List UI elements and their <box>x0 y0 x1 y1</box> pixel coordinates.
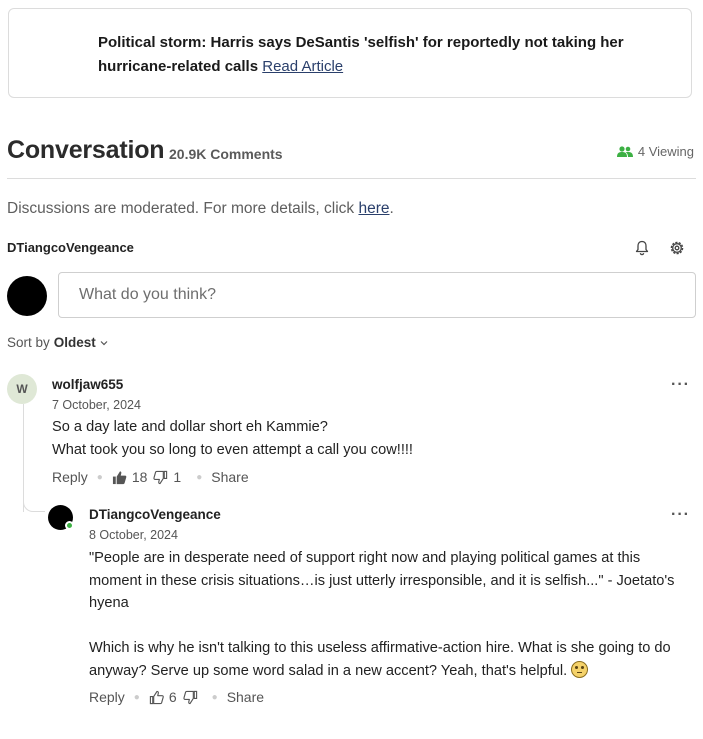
rolling-eyes-emoji-icon <box>571 660 589 678</box>
comment-username[interactable]: DTiangcoVengeance <box>89 507 221 522</box>
comment-body: So a day late and dollar short eh Kammie… <box>52 416 672 461</box>
reply-button[interactable]: Reply <box>89 689 125 705</box>
thumbs-down-icon[interactable] <box>153 470 168 485</box>
like-count: 18 <box>131 469 148 485</box>
moderation-notice: Discussions are moderated. For more deta… <box>7 200 394 218</box>
dislike-count: 1 <box>173 469 182 485</box>
comment-body: "People are in desperate need of support… <box>89 547 689 682</box>
sort-label: Sort by <box>7 335 50 350</box>
comment-line: What took you so long to even attempt a … <box>52 441 413 458</box>
reply-button[interactable]: Reply <box>52 469 88 485</box>
current-user-avatar <box>7 276 47 316</box>
current-username: DTiangcoVengeance <box>7 240 134 255</box>
thumbs-down-icon[interactable] <box>183 690 198 705</box>
comment-actions: Reply ● 18 1 ● Share <box>52 469 249 485</box>
comment-username[interactable]: wolfjaw655 <box>52 377 123 392</box>
sort-dropdown[interactable]: Sort by Oldest <box>7 335 108 350</box>
moderation-text: Discussions are moderated. For more deta… <box>7 200 359 217</box>
separator-dot: ● <box>211 691 218 703</box>
comment-paragraph-wrap: Which is why he isn't talking to this us… <box>89 637 689 682</box>
avatar[interactable]: W <box>7 374 37 404</box>
moderation-end: . <box>389 200 394 217</box>
comment-input[interactable] <box>58 272 696 318</box>
separator-dot: ● <box>196 471 203 483</box>
article-headline: Political storm: Harris says DeSantis 's… <box>98 34 624 75</box>
read-article-link[interactable]: Read Article <box>262 58 343 75</box>
header-divider <box>7 178 696 179</box>
more-options-button[interactable]: ··· <box>671 506 690 524</box>
comment-actions: Reply ● 6 ● Share <box>89 689 264 705</box>
comment-date: 7 October, 2024 <box>52 398 141 412</box>
share-button[interactable]: Share <box>211 469 248 485</box>
comment-paragraph: "People are in desperate need of support… <box>89 550 675 611</box>
thumbs-up-icon[interactable] <box>149 690 164 705</box>
thread-connector <box>23 496 45 512</box>
separator-dot: ● <box>96 471 103 483</box>
gear-icon[interactable] <box>669 240 685 256</box>
like-count: 6 <box>168 689 177 705</box>
online-status-indicator <box>65 521 74 530</box>
share-button[interactable]: Share <box>227 689 264 705</box>
comment-line: So a day late and dollar short eh Kammie… <box>52 419 328 435</box>
viewing-indicator: 4 Viewing <box>616 144 694 159</box>
chevron-down-icon <box>100 340 108 345</box>
users-icon <box>616 145 633 157</box>
sort-value: Oldest <box>53 335 96 350</box>
moderation-details-link[interactable]: here <box>358 200 389 217</box>
article-headline-block: Political storm: Harris says DeSantis 's… <box>98 31 658 79</box>
more-options-button[interactable]: ··· <box>671 376 690 394</box>
thumbs-up-filled-icon[interactable] <box>112 470 127 485</box>
article-card: Political storm: Harris says DeSantis 's… <box>8 8 692 98</box>
comment-count: 20.9K Comments <box>169 146 283 162</box>
comment-date: 8 October, 2024 <box>89 528 178 542</box>
conversation-title: Conversation <box>7 136 165 164</box>
separator-dot: ● <box>133 691 140 703</box>
viewing-count: 4 Viewing <box>637 144 694 159</box>
bell-icon[interactable] <box>634 240 650 256</box>
